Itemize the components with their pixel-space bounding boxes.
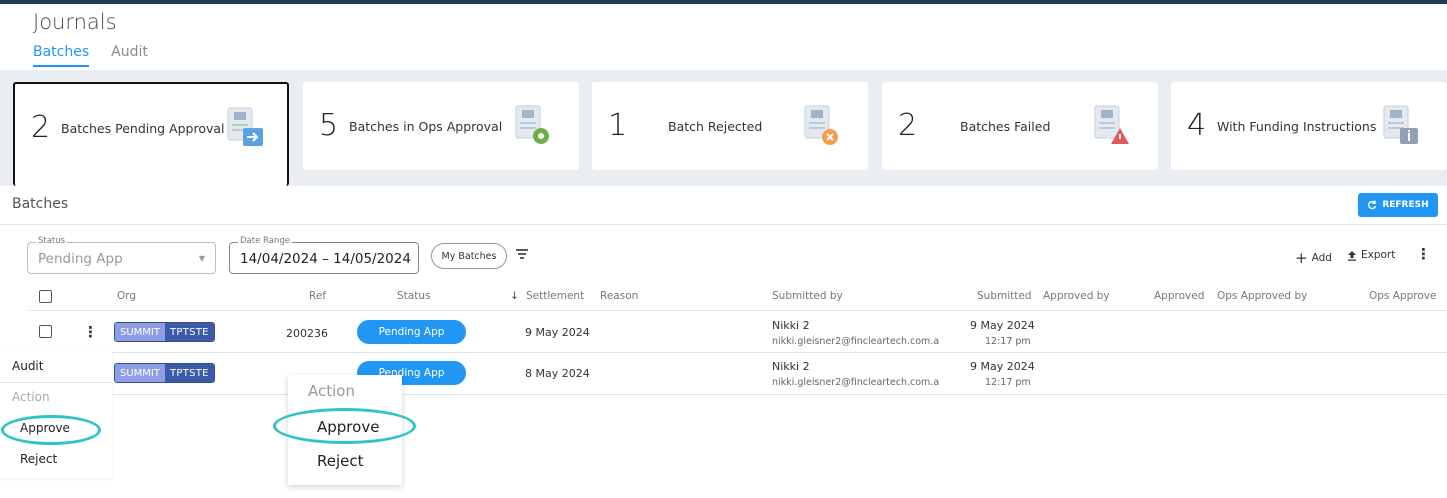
card-funding-instructions[interactable]: 4 With Funding Instructions xyxy=(1171,82,1447,170)
column-submitted[interactable]: Submitted xyxy=(977,290,1032,302)
status-value: Pending App xyxy=(38,251,123,267)
tab-batches[interactable]: Batches xyxy=(33,44,90,67)
status-badge: Pending App xyxy=(357,320,466,344)
submitter-name: Nikki 2 xyxy=(772,319,810,332)
document-gear-icon xyxy=(515,105,549,144)
export-button[interactable]: Export xyxy=(1347,249,1395,261)
divider xyxy=(0,224,1447,225)
row-menu-icon[interactable]: ⋮ xyxy=(83,323,98,341)
highlight-ring xyxy=(273,408,416,444)
add-button[interactable]: + Add xyxy=(1295,249,1332,267)
select-all-checkbox[interactable] xyxy=(39,290,52,303)
refresh-button[interactable]: REFRESH xyxy=(1358,193,1438,217)
card-count: 2 xyxy=(31,110,51,145)
row-checkbox[interactable] xyxy=(39,325,52,338)
card-label: Batch Rejected xyxy=(668,119,763,134)
upload-icon xyxy=(1348,250,1356,261)
document-arrow-icon xyxy=(227,107,263,146)
card-rejected[interactable]: 1 Batch Rejected xyxy=(592,82,868,170)
card-failed[interactable]: 2 Batches Failed xyxy=(882,82,1158,170)
panel-title: Batches xyxy=(12,196,69,212)
column-ops-approved[interactable]: Ops Approve xyxy=(1369,290,1436,302)
status-label: Status xyxy=(36,236,68,246)
date-range-value: 14/04/2024 – 14/05/2024 xyxy=(240,251,411,267)
add-label: Add xyxy=(1311,252,1332,264)
menu-item-audit[interactable]: Audit xyxy=(12,359,43,373)
menu-item-reject[interactable]: Reject xyxy=(20,452,57,466)
org-name: SUMMIT xyxy=(115,323,165,341)
filter-icon[interactable] xyxy=(516,249,528,259)
submitted-date: 9 May 2024 xyxy=(970,319,1035,332)
submitted-time: 12:17 pm xyxy=(985,377,1031,388)
submitter-email: nikki.gleisner2@fincleartech.com.a xyxy=(772,336,940,347)
date-range-label: Date Range xyxy=(238,236,292,246)
refresh-icon xyxy=(1368,200,1377,210)
refresh-label: REFRESH xyxy=(1382,200,1429,210)
row-divider xyxy=(28,394,1447,395)
sort-desc-icon: ↓ xyxy=(510,290,519,302)
submitted-date: 9 May 2024 xyxy=(970,360,1035,373)
column-settlement[interactable]: Settlement xyxy=(526,290,584,302)
card-count: 2 xyxy=(898,108,918,143)
card-count: 5 xyxy=(319,108,339,143)
page-title: Journals xyxy=(33,10,117,34)
card-label: Batches Pending Approval xyxy=(61,121,225,136)
card-count: 1 xyxy=(608,108,628,143)
card-label: Batches in Ops Approval xyxy=(349,119,503,134)
date-range-field[interactable]: Date Range 14/04/2024 – 14/05/2024 xyxy=(229,236,419,274)
card-label: With Funding Instructions xyxy=(1217,119,1377,134)
my-batches-button[interactable]: My Batches xyxy=(431,243,507,269)
card-label: Batches Failed xyxy=(960,119,1051,134)
tab-audit[interactable]: Audit xyxy=(111,44,148,67)
card-pending-approval[interactable]: 2 Batches Pending Approval xyxy=(13,82,289,186)
column-reason[interactable]: Reason xyxy=(600,290,638,302)
column-ref[interactable]: Ref xyxy=(309,290,326,302)
ref-cell: 200236 xyxy=(286,327,328,340)
tab-bar: Batches Audit xyxy=(33,44,148,67)
row-divider xyxy=(28,310,1447,311)
row-action-menu: Audit Action Approve Reject xyxy=(0,348,112,478)
export-label: Export xyxy=(1361,249,1396,261)
column-approved-by[interactable]: Approved by xyxy=(1043,290,1110,302)
column-approved[interactable]: Approved xyxy=(1154,290,1204,302)
row-divider xyxy=(28,352,1447,353)
menu-item-reject[interactable]: Reject xyxy=(317,452,364,470)
card-ops-approval[interactable]: 5 Batches in Ops Approval xyxy=(303,82,579,170)
org-name: SUMMIT xyxy=(115,364,165,382)
document-x-icon xyxy=(804,105,838,145)
org-badge: SUMMIT TPTSTE xyxy=(114,322,215,342)
document-warning-icon xyxy=(1094,105,1129,144)
submitter-email: nikki.gleisner2@fincleartech.com.a xyxy=(772,377,940,388)
column-ops-approved-by[interactable]: Ops Approved by xyxy=(1217,290,1307,302)
org-code: TPTSTE xyxy=(164,323,214,341)
menu-section-action: Action xyxy=(308,382,355,400)
settlement-cell: 9 May 2024 xyxy=(525,326,590,339)
submitter-name: Nikki 2 xyxy=(772,360,810,373)
menu-divider xyxy=(0,382,112,383)
menu-section-action: Action xyxy=(12,390,50,404)
plus-icon: + xyxy=(1295,249,1308,267)
page-header: Journals Batches Audit xyxy=(0,4,1447,70)
settlement-cell: 8 May 2024 xyxy=(525,367,590,380)
batches-panel: Batches REFRESH Status Pending App ▼ Dat… xyxy=(0,186,1447,498)
column-submitted-by[interactable]: Submitted by xyxy=(772,290,843,302)
more-options-icon[interactable]: ⋮ xyxy=(1416,245,1431,263)
submitted-time: 12:17 pm xyxy=(985,336,1031,347)
org-code: TPTSTE xyxy=(164,364,214,382)
status-select[interactable]: Status Pending App ▼ xyxy=(27,236,216,274)
chevron-down-icon: ▼ xyxy=(198,254,205,263)
highlight-ring xyxy=(1,415,101,445)
card-count: 4 xyxy=(1187,108,1207,143)
document-info-icon xyxy=(1383,105,1418,144)
column-status[interactable]: Status xyxy=(397,290,430,302)
column-org[interactable]: Org xyxy=(117,290,136,302)
org-badge: SUMMIT TPTSTE xyxy=(114,363,215,383)
